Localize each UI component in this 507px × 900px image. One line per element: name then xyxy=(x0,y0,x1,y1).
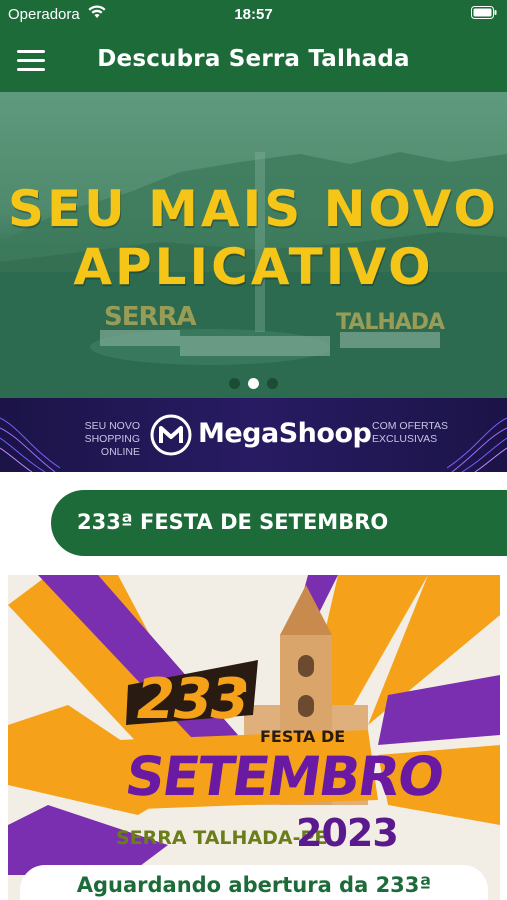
hero-headline-line1: SEU MAIS NOVO xyxy=(8,180,499,238)
banner-left-text: SEU NOVO SHOPPING ONLINE xyxy=(60,420,140,459)
hero-carousel[interactable]: SERRA TALHADA SEU MAIS NOVO APLICATIVO xyxy=(0,92,507,398)
event-poster-image xyxy=(8,575,500,900)
talhada-sign: TALHADA xyxy=(336,310,445,335)
banner-right-text: COM OFERTAS EXCLUSIVAS xyxy=(372,420,448,446)
banner-decoration xyxy=(0,417,60,472)
banner-right-line2: EXCLUSIVAS xyxy=(372,433,438,445)
section-header: 233ª FESTA DE SETEMBRO xyxy=(51,490,507,556)
event-festa-label: FESTA DE xyxy=(260,727,346,746)
banner-decoration xyxy=(447,417,507,472)
event-year: 2023 xyxy=(296,811,399,855)
event-ordinal: a xyxy=(233,673,248,698)
serra-sign: SERRA xyxy=(104,302,197,332)
banner-brand: MegaShoop xyxy=(198,418,372,449)
section-title: 233ª FESTA DE SETEMBRO xyxy=(77,510,389,534)
megashoop-logo-icon xyxy=(150,414,192,456)
status-bar: Operadora 18:57 xyxy=(0,0,507,30)
battery-icon xyxy=(471,6,497,19)
nav-bar: Descubra Serra Talhada xyxy=(0,30,507,92)
hero-headline: SEU MAIS NOVO APLICATIVO xyxy=(0,180,507,296)
event-status-panel: Aguardando abertura da 233ª xyxy=(20,865,488,900)
banner-left-line1: SEU NOVO xyxy=(84,420,140,432)
banner-left-line2: SHOPPING ONLINE xyxy=(84,433,140,458)
carousel-dot[interactable] xyxy=(267,378,278,389)
carousel-indicator xyxy=(0,376,507,394)
status-time: 18:57 xyxy=(234,6,273,23)
event-card[interactable]: 233 a FESTA DE SETEMBRO SERRA TALHADA-PE… xyxy=(8,575,500,900)
carousel-dot-active[interactable] xyxy=(248,378,259,389)
banner-right-line1: COM OFERTAS xyxy=(372,420,449,432)
hero-headline-line2: APLICATIVO xyxy=(73,238,434,296)
event-name: SETEMBRO xyxy=(121,745,447,808)
page-title: Descubra Serra Talhada xyxy=(97,46,410,72)
megashoop-banner[interactable]: SEU NOVO SHOPPING ONLINE MegaShoop COM O… xyxy=(0,398,507,472)
event-status-text: Aguardando abertura da 233ª xyxy=(76,873,432,897)
carousel-dot[interactable] xyxy=(229,378,240,389)
